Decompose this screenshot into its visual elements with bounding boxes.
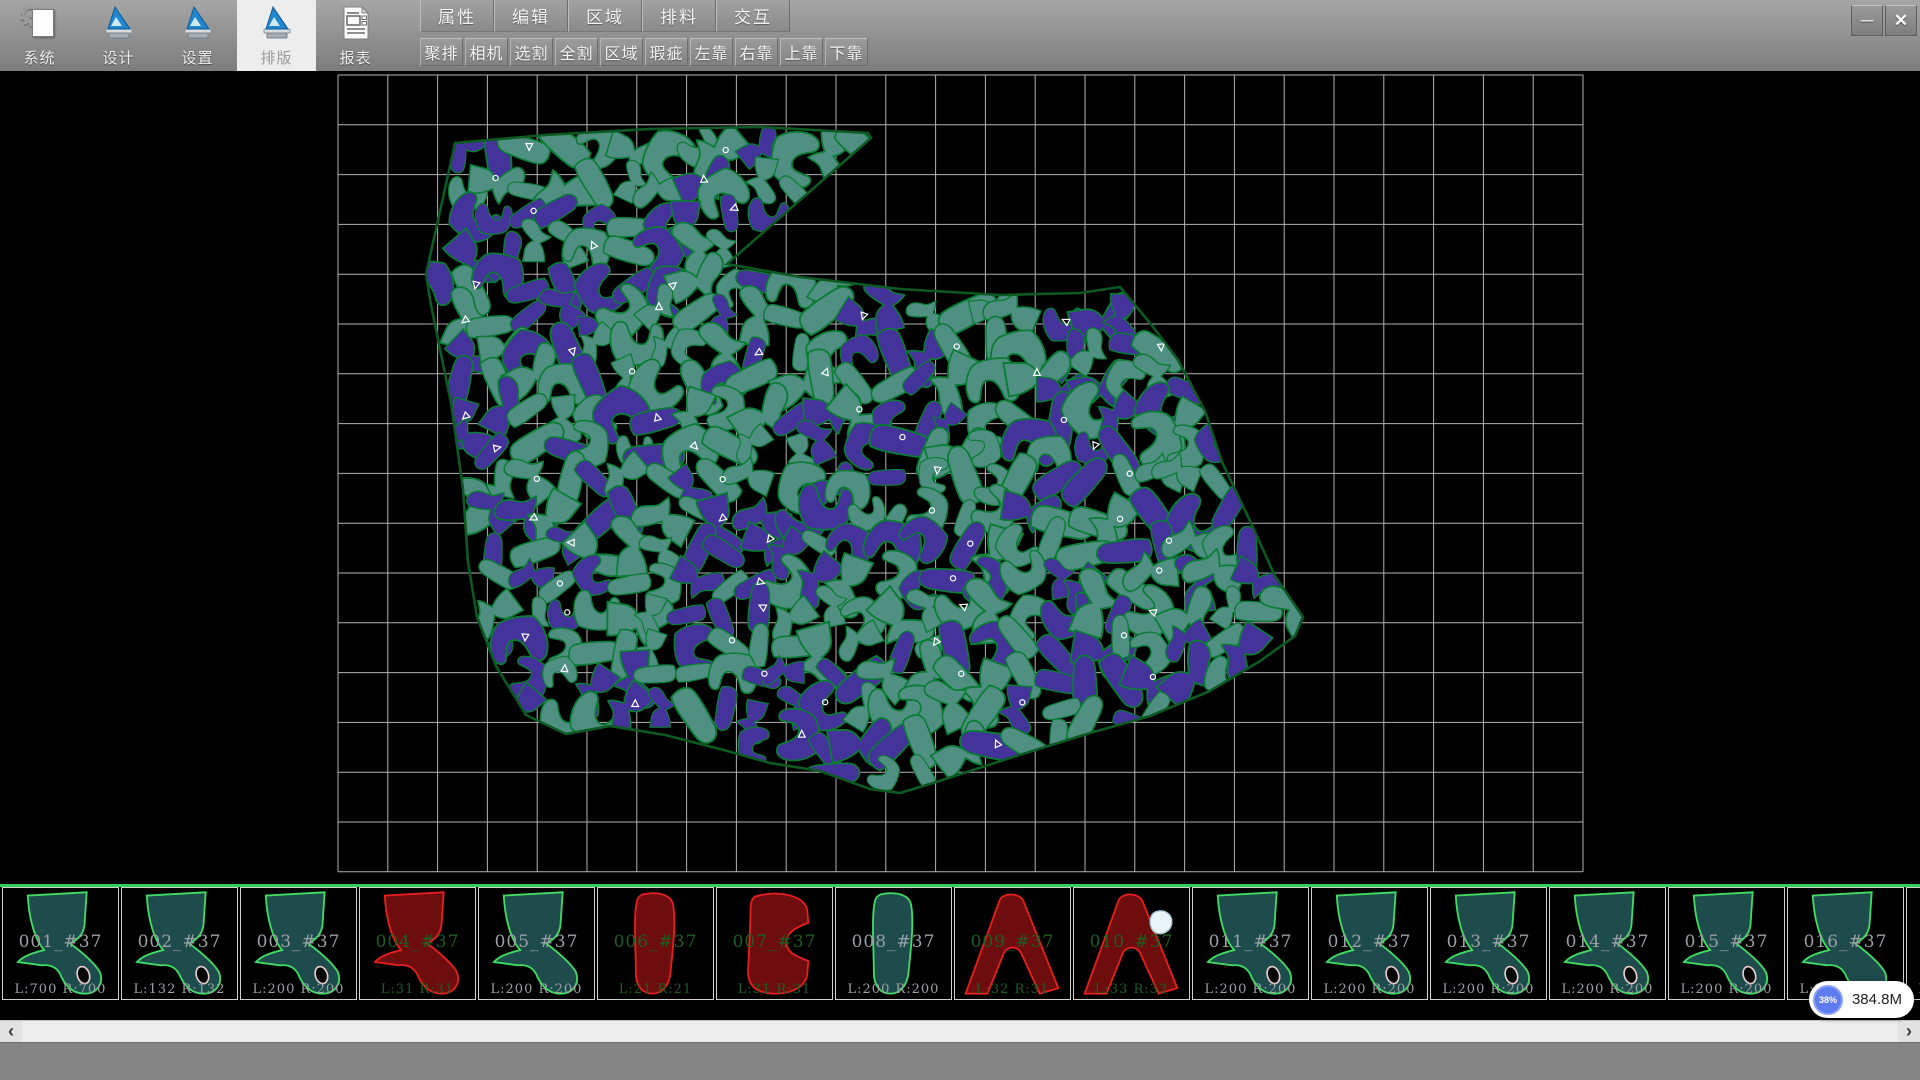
nested-pieces-layer	[400, 114, 1327, 795]
menu-tab-edit[interactable]: 编辑	[494, 0, 568, 32]
nested-piece[interactable]	[764, 263, 818, 309]
close-button[interactable]: ✕	[1885, 5, 1917, 36]
menu-tab-region[interactable]: 区域	[568, 0, 642, 32]
thumbnail-006_#37[interactable]: 006_#37L:21 R:21	[597, 887, 714, 1000]
horizontal-scrollbar[interactable]: ‹ ›	[0, 1020, 1920, 1042]
action-button-area[interactable]: 区域	[600, 38, 643, 66]
thumbnail-piece-shape	[481, 889, 592, 998]
thumbnail-001_#37[interactable]: 001_#37L:700 R:700	[2, 887, 119, 1000]
download-progress-circle-icon: 38%	[1813, 985, 1843, 1015]
thumbnail-012_#37[interactable]: 012_#37L:200 R:200	[1311, 887, 1428, 1000]
application-window: ⚙系统设计设置排版报表 属性编辑区域排料交互 聚排相机选割全割区域瑕疵左靠右靠上…	[0, 0, 1920, 1080]
thumbnail-011_#37[interactable]: 011_#37L:200 R:200	[1192, 887, 1309, 1000]
action-button-align-bottom[interactable]: 下靠	[825, 38, 868, 66]
action-button-camera[interactable]: 相机	[465, 38, 508, 66]
menu-area: 属性编辑区域排料交互 聚排相机选割全割区域瑕疵左靠右靠上靠下靠	[420, 0, 870, 71]
thumbnail-piece-shape	[362, 889, 473, 998]
menu-tab-row: 属性编辑区域排料交互	[420, 0, 870, 33]
thumbnail-piece-shape	[1909, 889, 1920, 998]
action-button-row: 聚排相机选割全割区域瑕疵左靠右靠上靠下靠	[420, 33, 870, 71]
nested-piece[interactable]	[867, 468, 906, 487]
toolbar-button-design[interactable]: 设计	[79, 0, 158, 71]
thumbnail-piece-shape	[1433, 889, 1544, 998]
toolbar-button-label: 报表	[339, 47, 371, 68]
thumbnail-005_#37[interactable]: 005_#37L:200 R:200	[478, 887, 595, 1000]
thumbnail-piece-shape	[1076, 889, 1187, 998]
nested-piece[interactable]	[714, 685, 738, 731]
menu-tab-properties[interactable]: 属性	[420, 0, 494, 32]
set-square-icon	[258, 4, 296, 42]
scroll-right-arrow-icon[interactable]: ›	[1898, 1021, 1920, 1042]
thumbnail-009_#37[interactable]: 009_#37L:32 R:31	[954, 887, 1071, 1000]
menu-tab-nest[interactable]: 排料	[642, 0, 716, 32]
toolbar-button-label: 设计	[102, 47, 134, 68]
notepad-icon	[32, 9, 54, 37]
thumbnail-004_#37[interactable]: 004_#37L:31 R:31	[359, 887, 476, 1000]
nesting-canvas[interactable]	[0, 71, 1920, 884]
download-progress-badge[interactable]: 38% 384.8M	[1809, 981, 1914, 1018]
nested-piece[interactable]	[1049, 719, 1068, 760]
download-percent: 38%	[1819, 995, 1837, 1005]
download-size-label: 384.8M	[1852, 991, 1902, 1008]
action-button-align-right[interactable]: 右靠	[735, 38, 778, 66]
action-button-defect[interactable]: 瑕疵	[645, 38, 688, 66]
thumbnail-015_#37[interactable]: 015_#37L:200 R:200	[1668, 887, 1785, 1000]
thumbnail-piece-shape	[1552, 889, 1663, 998]
thumbnail-003_#37[interactable]: 003_#37L:200 R:200	[240, 887, 357, 1000]
window-controls: ─ ✕	[1851, 5, 1917, 36]
thumbnail-piece-shape	[124, 889, 235, 998]
thumbnail-piece-shape	[957, 889, 1068, 998]
action-button-select-cut[interactable]: 选割	[510, 38, 553, 66]
toolbar-button-system[interactable]: ⚙系统	[0, 0, 79, 71]
thumbnail-010_#37[interactable]: 010_#37L:33 R:33	[1073, 887, 1190, 1000]
main-button-group: ⚙系统设计 设置 排版 报表	[0, 0, 395, 71]
action-button-cut-all[interactable]: 全割	[555, 38, 598, 66]
set-square-icon	[100, 4, 138, 42]
toolbar-button-label: 系统	[23, 47, 55, 68]
thumbnail-014_#37[interactable]: 014_#37L:200 R:200	[1549, 887, 1666, 1000]
thumbnail-piece-shape	[600, 889, 711, 998]
thumbnail-piece-shape	[243, 889, 354, 998]
scroll-left-arrow-icon[interactable]: ‹	[0, 1021, 22, 1042]
strip-gap	[0, 1002, 1920, 1020]
nested-piece[interactable]	[1109, 614, 1131, 658]
set-square-icon	[179, 4, 217, 42]
toolbar-button-settings[interactable]: 设置	[158, 0, 237, 71]
thumbnail-017_#37[interactable]: 017_#37L:200 R:200	[1906, 887, 1920, 1000]
thumbnail-piece-shape	[1195, 889, 1306, 998]
nested-piece[interactable]	[475, 203, 512, 234]
thumbnail-piece-shape	[5, 889, 116, 998]
toolbar-button-report[interactable]: 报表	[316, 0, 395, 71]
thumbnail-007_#37[interactable]: 007_#37L:31 R:31	[716, 887, 833, 1000]
menu-tab-interaction[interactable]: 交互	[716, 0, 790, 32]
nested-piece[interactable]	[761, 654, 806, 687]
thumbnail-piece-shape	[719, 889, 830, 998]
toolbar-button-label: 设置	[181, 47, 213, 68]
thumbnail-piece-shape	[1314, 889, 1425, 998]
thumbnail-013_#37[interactable]: 013_#37L:200 R:200	[1430, 887, 1547, 1000]
thumbnail-piece-shape	[838, 889, 949, 998]
minimize-button[interactable]: ─	[1851, 5, 1883, 36]
main-toolbar: ⚙系统设计设置排版报表 属性编辑区域排料交互 聚排相机选割全割区域瑕疵左靠右靠上…	[0, 0, 1920, 73]
piece-thumbnail-strip: 001_#37L:700 R:700002_#37L:132 R:132003_…	[0, 887, 1920, 1002]
thumbnail-piece-shape	[1671, 889, 1782, 998]
toolbar-button-nesting[interactable]: 排版	[237, 0, 316, 71]
status-bar	[0, 1042, 1920, 1080]
action-button-cluster-nest[interactable]: 聚排	[420, 38, 463, 66]
thumbnail-002_#37[interactable]: 002_#37L:132 R:132	[121, 887, 238, 1000]
canvas-svg	[0, 71, 1920, 884]
report-document-icon	[337, 4, 375, 42]
action-button-align-top[interactable]: 上靠	[780, 38, 823, 66]
action-button-align-left[interactable]: 左靠	[690, 38, 733, 66]
thumbnail-008_#37[interactable]: 008_#37L:200 R:200	[835, 887, 952, 1000]
toolbar-button-label: 排版	[260, 47, 292, 68]
